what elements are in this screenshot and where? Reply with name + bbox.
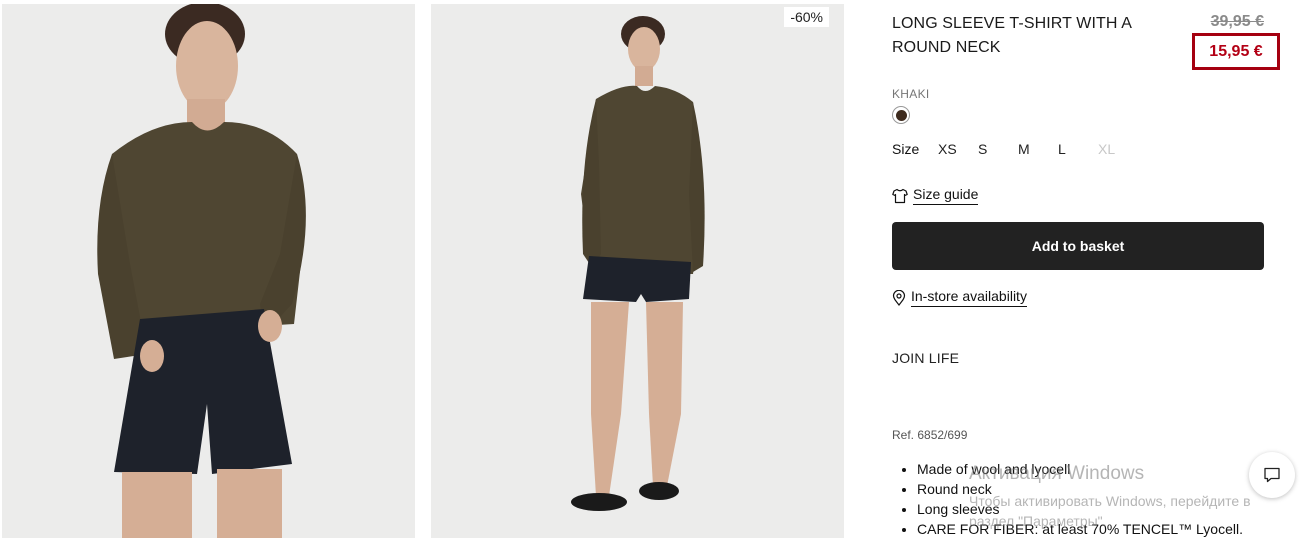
color-swatch-khaki[interactable] [892, 106, 910, 124]
tshirt-icon [892, 188, 908, 203]
size-option-xs[interactable]: XS [938, 141, 978, 157]
in-store-label: In-store availability [911, 288, 1027, 307]
discount-badge: -60% [784, 7, 829, 27]
join-life-label: JOIN LIFE [892, 350, 960, 366]
size-label: Size [892, 141, 920, 157]
list-item: CARE FOR FIBER: at least 70% TENCEL™ Lyo… [917, 519, 1243, 539]
size-option-m[interactable]: M [1018, 141, 1058, 157]
size-option-xl-unavailable[interactable]: XL [1098, 141, 1138, 157]
swatch-fill [895, 109, 907, 121]
add-to-basket-button[interactable]: Add to basket [892, 222, 1264, 270]
chat-icon [1264, 467, 1280, 483]
chat-button[interactable] [1249, 452, 1295, 498]
list-item: Round neck [917, 479, 1243, 499]
features-list: Made of wool and lyocell Round neck Long… [892, 459, 1243, 539]
product-photo-full-body[interactable]: -60% [431, 4, 844, 538]
list-item: Made of wool and lyocell [917, 459, 1243, 479]
size-guide-link[interactable]: Size guide [892, 186, 979, 205]
size-option-s[interactable]: S [978, 141, 1018, 157]
original-price: 39,95 € [1210, 13, 1264, 30]
reference-number: Ref. 6852/699 [892, 428, 968, 442]
product-photo-front[interactable] [2, 4, 415, 538]
model-illustration-full [431, 4, 844, 538]
product-info-panel: LONG SLEEVE T-SHIRT WITH A ROUND NECK 39… [892, 0, 1280, 539]
location-pin-icon [892, 289, 906, 306]
list-item: Long sleeves [917, 499, 1243, 519]
size-guide-label: Size guide [913, 186, 979, 205]
color-name: KHAKI [892, 87, 930, 101]
product-title: LONG SLEEVE T-SHIRT WITH A ROUND NECK [892, 15, 1132, 56]
model-illustration-closeup [2, 4, 415, 538]
in-store-availability-link[interactable]: In-store availability [892, 288, 1027, 307]
size-selector: Size XS S M L XL [892, 141, 1138, 157]
sale-price: 15,95 € [1209, 42, 1263, 60]
size-option-l[interactable]: L [1058, 141, 1098, 157]
sale-price-highlight: 15,95 € [1192, 33, 1280, 70]
